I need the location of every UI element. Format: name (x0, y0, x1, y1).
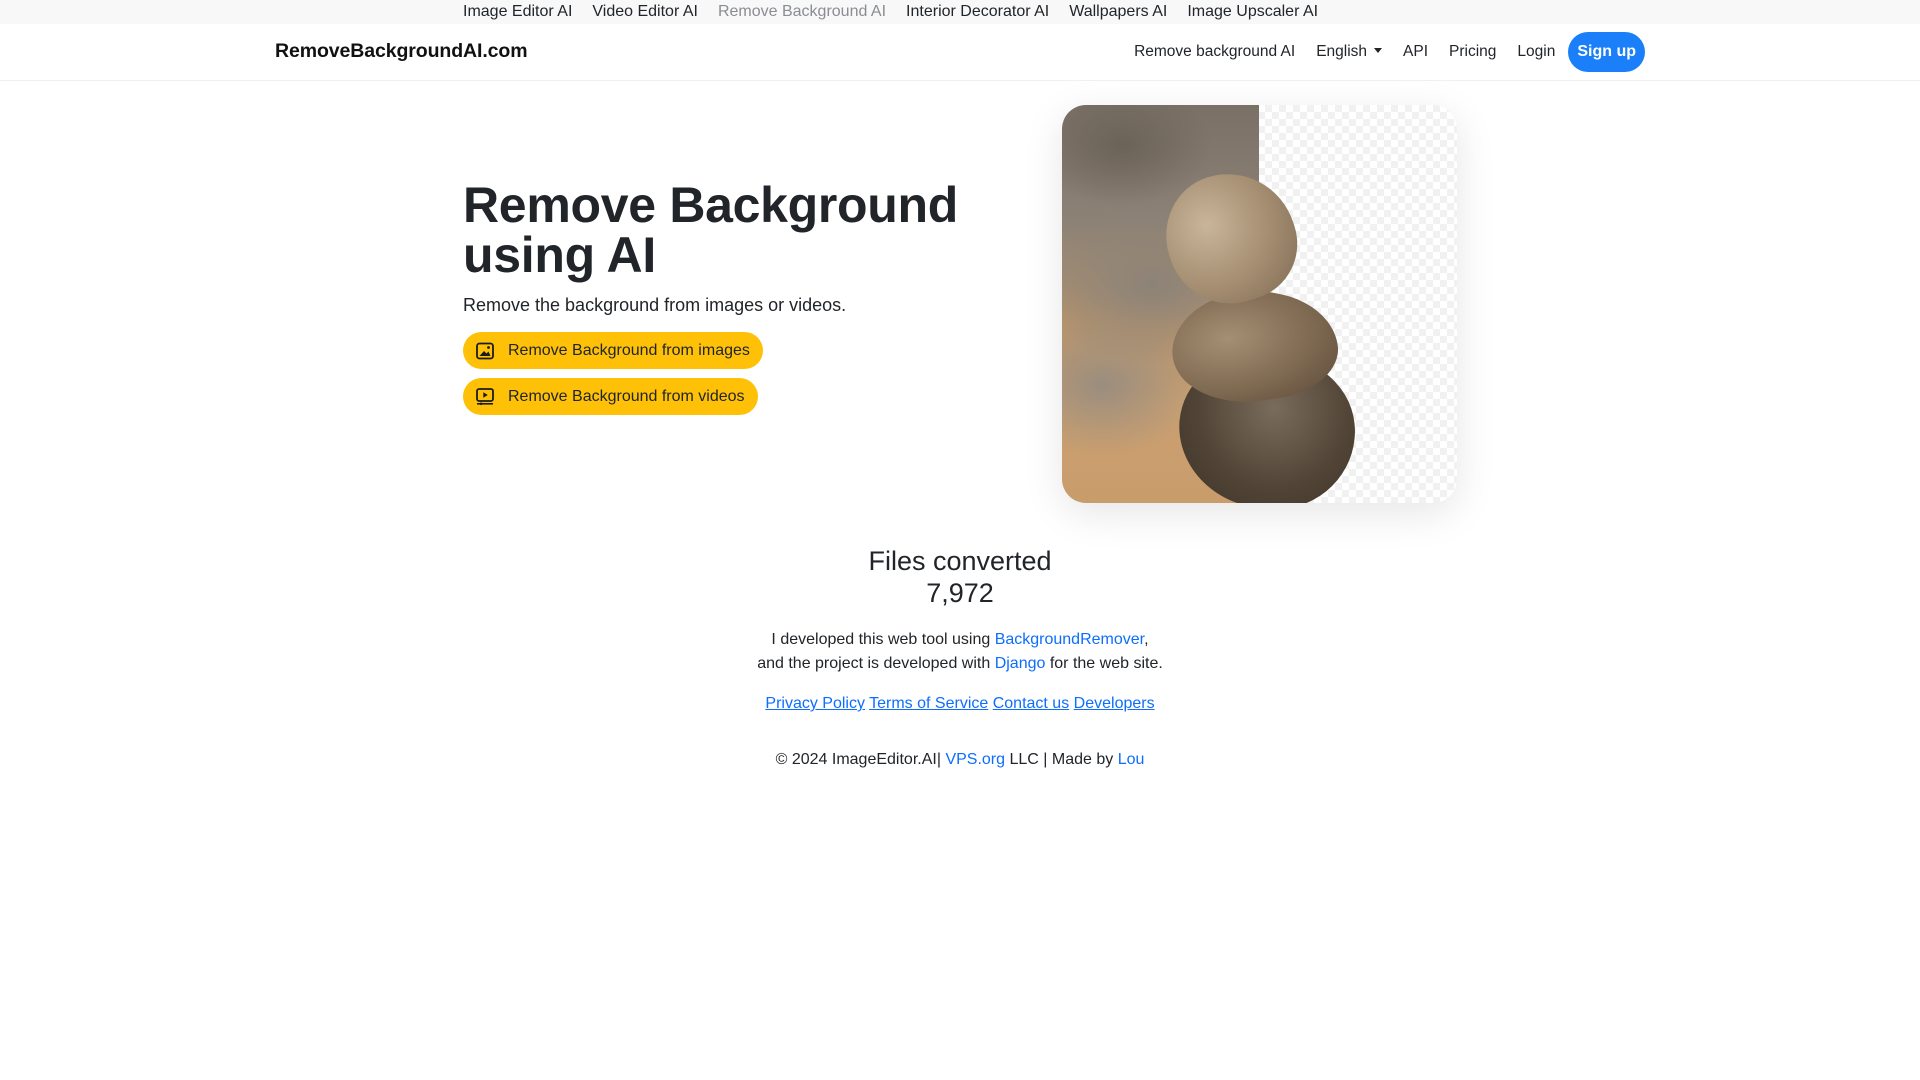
terms-of-service-link[interactable]: Terms of Service (869, 695, 988, 712)
video-icon (476, 387, 494, 405)
contact-us-link[interactable]: Contact us (993, 695, 1069, 712)
nav-link-api[interactable]: API (1403, 43, 1428, 61)
author-link[interactable]: Lou (1118, 751, 1145, 768)
vps-org-link[interactable]: VPS.org (945, 751, 1005, 768)
brand-logo[interactable]: RemoveBackgroundAI.com (275, 40, 528, 63)
product-link-wallpapers[interactable]: Wallpapers AI (1069, 2, 1167, 22)
signup-button[interactable]: Sign up (1568, 32, 1645, 72)
copyright-middle-text: LLC | Made by (1005, 751, 1118, 768)
credits-text: I developed this web tool using Backgrou… (0, 628, 1920, 676)
remove-bg-images-button[interactable]: Remove Background from images (463, 332, 763, 369)
django-link[interactable]: Django (995, 655, 1046, 672)
credits-text-1: I developed this web tool using (771, 631, 995, 648)
nav-link-pricing[interactable]: Pricing (1449, 43, 1496, 61)
image-icon (476, 342, 494, 359)
product-link-image-editor[interactable]: Image Editor AI (463, 2, 572, 22)
navbar: RemoveBackgroundAI.com Remove background… (0, 24, 1920, 81)
remove-bg-videos-label: Remove Background from videos (508, 387, 745, 405)
credits-line-2: and the project is developed with Django… (0, 652, 1920, 676)
language-dropdown[interactable]: English (1316, 43, 1383, 61)
nav-link-login[interactable]: Login (1517, 43, 1555, 61)
remove-bg-images-label: Remove Background from images (508, 341, 750, 359)
product-link-image-upscaler[interactable]: Image Upscaler AI (1187, 2, 1318, 22)
credits-line-1: I developed this web tool using Backgrou… (0, 628, 1920, 652)
product-switcher: Image Editor AI Video Editor AI Remove B… (463, 2, 1318, 22)
caret-down-icon (1374, 48, 1383, 53)
files-converted-count: 7,972 (926, 578, 994, 608)
credits-text-4: for the web site. (1045, 655, 1163, 672)
product-link-video-editor[interactable]: Video Editor AI (592, 2, 698, 22)
backgroundremover-link[interactable]: BackgroundRemover (995, 631, 1144, 648)
language-label: English (1316, 43, 1368, 60)
credits-text-3: and the project is developed with (757, 655, 995, 672)
product-link-remove-background[interactable]: Remove Background AI (718, 2, 886, 22)
product-switcher-bar: Image Editor AI Video Editor AI Remove B… (0, 0, 1920, 24)
demo-image (1062, 105, 1457, 503)
nav-link-remove-background[interactable]: Remove background AI (1134, 43, 1295, 61)
files-converted-stat: Files converted 7,972 (0, 545, 1920, 609)
privacy-policy-link[interactable]: Privacy Policy (765, 695, 865, 712)
credits-text-2: , (1144, 631, 1149, 648)
footer-links: Privacy Policy Terms of Service Contact … (0, 692, 1920, 716)
files-converted-label: Files converted (868, 546, 1052, 576)
developers-link[interactable]: Developers (1074, 695, 1155, 712)
remove-bg-videos-button[interactable]: Remove Background from videos (463, 378, 758, 415)
copyright: © 2024 ImageEditor.AI| VPS.org LLC | Mad… (0, 748, 1920, 772)
hero-title: Remove Background using AI (463, 177, 959, 283)
copyright-text: © 2024 ImageEditor.AI| (775, 751, 946, 768)
product-link-interior-decorator[interactable]: Interior Decorator AI (906, 2, 1049, 22)
navbar-links: Remove background AI English API Pricing… (1134, 32, 1645, 72)
hero-subtitle: Remove the background from images or vid… (463, 295, 847, 315)
